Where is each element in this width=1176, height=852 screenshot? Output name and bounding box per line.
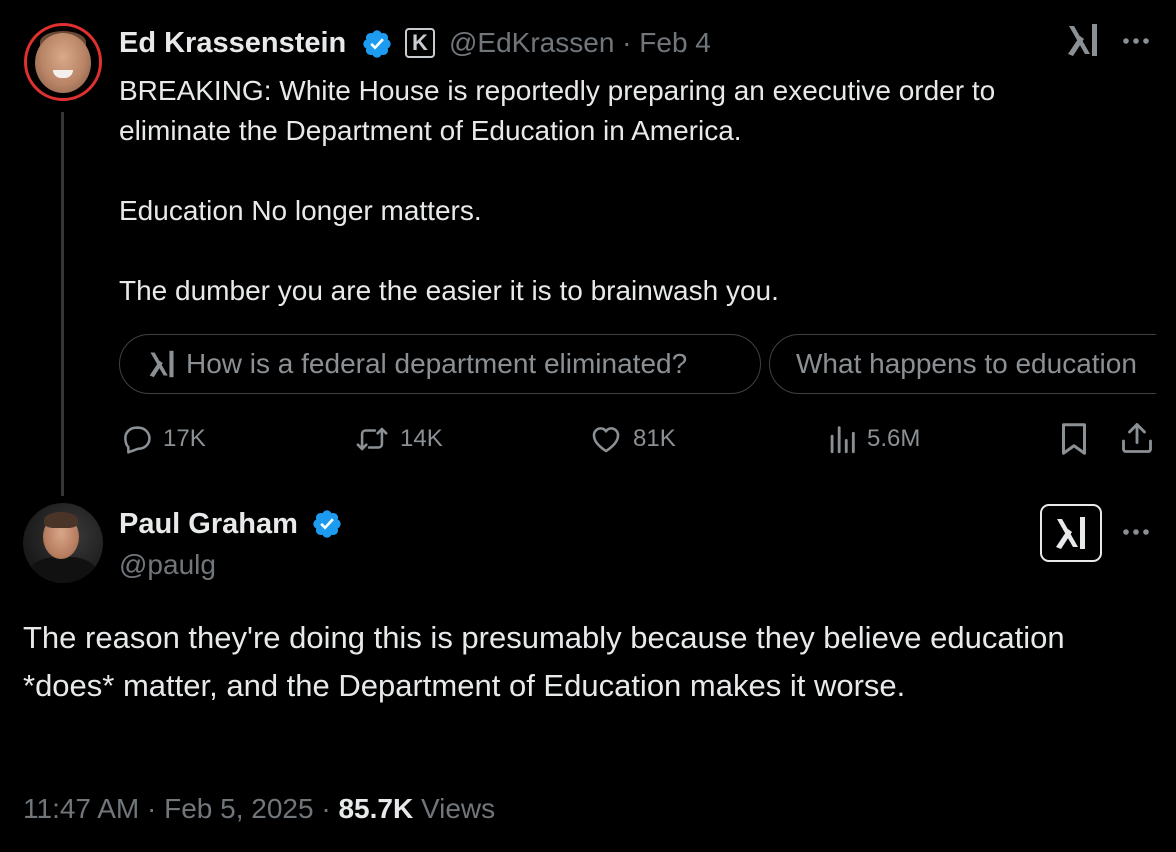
views-label: Views	[420, 793, 496, 824]
parent-tweet-text: BREAKING: White House is reportedly prep…	[119, 75, 996, 306]
verified-badge-icon[interactable]	[311, 508, 343, 540]
views-button[interactable]: 5.6M	[827, 420, 920, 458]
grok-button[interactable]	[1040, 504, 1102, 562]
reply-button[interactable]: 17K	[119, 420, 206, 458]
grok-icon	[149, 350, 174, 378]
grok-icon	[1056, 517, 1085, 549]
tweet-time[interactable]: 11:47 AM	[23, 793, 139, 824]
parent-handle[interactable]: @EdKrassen	[449, 27, 614, 58]
grok-suggestion-label: What happens to education	[796, 348, 1137, 379]
reply-count: 17K	[163, 425, 206, 452]
like-button[interactable]: 81K	[589, 420, 676, 458]
parent-handle-date[interactable]: @EdKrassen · Feb 4	[449, 24, 711, 62]
parent-date[interactable]: Feb 4	[639, 27, 711, 58]
thread-connector-line	[61, 112, 64, 496]
affiliate-badge-icon[interactable]: K	[405, 28, 435, 58]
views-total-count[interactable]: 85.7K	[338, 793, 413, 824]
meta-separator: ·	[622, 27, 632, 58]
more-options-icon[interactable]	[1120, 27, 1152, 55]
tweet-footer: 11:47 AM · Feb 5, 2025 · 85.7K Views	[23, 789, 495, 829]
like-count: 81K	[633, 425, 676, 452]
views-icon	[830, 426, 855, 454]
reply-author-name[interactable]: Paul Graham	[119, 505, 298, 543]
grok-suggestion-chip[interactable]: How is a federal department eliminated?	[119, 334, 761, 394]
grok-suggestion-row: How is a federal department eliminated? …	[119, 334, 1156, 394]
reply-handle[interactable]: @paulg	[119, 546, 216, 584]
paul-graham-avatar[interactable]	[23, 503, 103, 583]
repost-button[interactable]: 14K	[354, 420, 443, 458]
repost-icon	[356, 427, 388, 451]
footer-separator: ·	[147, 793, 157, 824]
parent-author-name[interactable]: Ed Krassenstein	[119, 24, 346, 62]
more-options-icon[interactable]	[1120, 518, 1152, 546]
ed-krassenstein-avatar[interactable]	[24, 23, 102, 101]
verified-badge-icon[interactable]	[361, 28, 393, 60]
like-icon	[592, 427, 620, 453]
reply-icon	[124, 426, 151, 454]
repost-count: 14K	[400, 425, 443, 452]
views-count: 5.6M	[867, 425, 921, 452]
tweet-date[interactable]: Feb 5, 2025	[164, 793, 313, 824]
grok-icon[interactable]	[1066, 22, 1100, 58]
grok-suggestion-label: How is a federal department eliminated?	[186, 348, 688, 379]
bookmark-icon[interactable]	[1059, 421, 1089, 457]
share-icon[interactable]	[1119, 419, 1155, 457]
reply-tweet-text: The reason they're doing this is presuma…	[23, 620, 1065, 703]
footer-separator: ·	[321, 793, 331, 824]
grok-suggestion-chip[interactable]: What happens to education	[769, 334, 1156, 394]
